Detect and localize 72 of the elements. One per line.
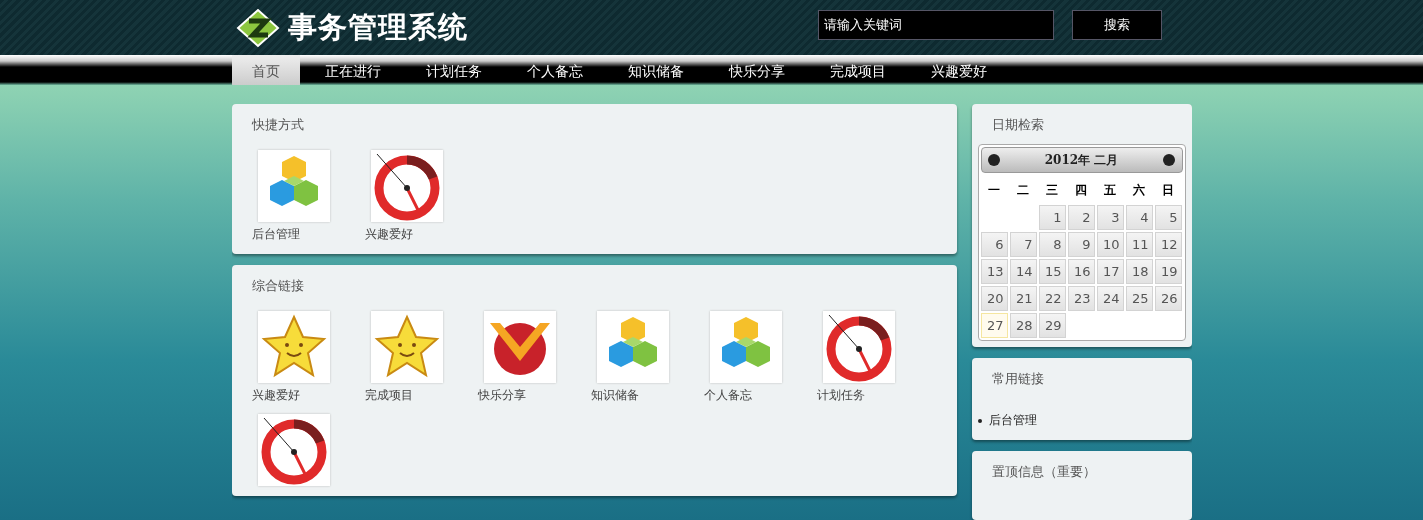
site-title: 事务管理系统 bbox=[287, 8, 468, 46]
shortcut-link[interactable]: 兴趣爱好 bbox=[364, 226, 438, 243]
panel-title: 常用链接 bbox=[991, 370, 1045, 388]
calendar-day[interactable]: 2 bbox=[1067, 205, 1095, 230]
weekday-label: 三 bbox=[1045, 182, 1059, 199]
nav-tab[interactable]: 完成项目 bbox=[809, 55, 906, 85]
calendar-day[interactable]: 13 bbox=[980, 259, 1008, 284]
weekday-label: 二 bbox=[1016, 182, 1030, 199]
panel-title: 日期检索 bbox=[991, 116, 1045, 134]
calendar-day[interactable]: 8 bbox=[1038, 232, 1066, 257]
calendar-day[interactable]: 25 bbox=[1125, 286, 1153, 311]
shortcut-link[interactable]: 个人备忘 bbox=[703, 387, 777, 404]
weekday-label: 五 bbox=[1103, 182, 1117, 199]
v-shape-icon[interactable] bbox=[483, 311, 556, 383]
cubes-icon[interactable] bbox=[596, 311, 669, 383]
calendar-day[interactable]: 15 bbox=[1038, 259, 1066, 284]
calendar-day[interactable]: 28 bbox=[1009, 313, 1037, 338]
calendar-day[interactable]: 23 bbox=[1067, 286, 1095, 311]
calendar-month: 2012年 二月 bbox=[1044, 151, 1119, 169]
calendar-day[interactable]: 6 bbox=[980, 232, 1008, 257]
nav-tab[interactable]: 知识储备 bbox=[607, 55, 704, 85]
shortcut-link[interactable]: 完成项目 bbox=[364, 387, 438, 404]
nav-tab[interactable]: 个人备忘 bbox=[506, 55, 603, 85]
calendar-day[interactable]: 5 bbox=[1154, 205, 1182, 230]
calendar-day[interactable]: 11 bbox=[1125, 232, 1153, 257]
cubes-icon[interactable] bbox=[709, 311, 782, 383]
weekday-label: 一 bbox=[987, 182, 1001, 199]
calendar-day[interactable]: 20 bbox=[980, 286, 1008, 311]
panel-title: 综合链接 bbox=[251, 277, 305, 295]
calendar-day[interactable]: 3 bbox=[1096, 205, 1124, 230]
calendar-day[interactable]: 24 bbox=[1096, 286, 1124, 311]
shortcut-link[interactable]: 计划任务 bbox=[816, 387, 890, 404]
gauge-icon[interactable] bbox=[822, 311, 895, 383]
nav-tab[interactable]: 快乐分享 bbox=[708, 55, 805, 85]
shortcut-link[interactable]: 后台管理 bbox=[251, 226, 325, 243]
calendar-day[interactable]: 10 bbox=[1096, 232, 1124, 257]
search-field[interactable]: 请输入关键词 bbox=[817, 9, 1054, 40]
calendar-day[interactable]: 22 bbox=[1038, 286, 1066, 311]
calendar-day[interactable]: 7 bbox=[1009, 232, 1037, 257]
panel-title: 置顶信息（重要） bbox=[991, 462, 1097, 481]
calendar-day[interactable]: 1 bbox=[1038, 205, 1066, 230]
calendar-day[interactable]: 9 bbox=[1067, 232, 1095, 257]
weekday-label: 六 bbox=[1132, 182, 1146, 199]
gauge-icon[interactable] bbox=[257, 414, 330, 486]
calendar-day[interactable]: 29 bbox=[1038, 313, 1066, 338]
nav-tab[interactable]: 兴趣爱好 bbox=[910, 55, 1007, 85]
calendar-day[interactable]: 14 bbox=[1009, 259, 1037, 284]
star-icon[interactable] bbox=[370, 311, 443, 383]
calendar-day[interactable]: 12 bbox=[1154, 232, 1182, 257]
gauge-icon[interactable] bbox=[370, 150, 443, 222]
bullet-icon bbox=[977, 418, 982, 423]
shortcut-link[interactable]: 知识储备 bbox=[590, 387, 664, 404]
panel-title: 快捷方式 bbox=[251, 116, 305, 134]
nav-tab[interactable]: 首页 bbox=[231, 55, 300, 85]
calendar-day[interactable]: 4 bbox=[1125, 205, 1153, 230]
calendar-day[interactable]: 17 bbox=[1096, 259, 1124, 284]
shortcut-link[interactable]: 兴趣爱好 bbox=[251, 387, 325, 404]
calendar-day[interactable]: 26 bbox=[1154, 286, 1182, 311]
sidebar-link[interactable]: 后台管理 bbox=[988, 412, 1037, 429]
search-button[interactable]: 搜索 bbox=[1071, 9, 1162, 40]
weekday-label: 日 bbox=[1161, 182, 1175, 199]
nav-tab[interactable]: 计划任务 bbox=[405, 55, 502, 85]
star-icon[interactable] bbox=[257, 311, 330, 383]
shortcut-link[interactable]: 快乐分享 bbox=[477, 387, 551, 404]
weekday-label: 四 bbox=[1074, 182, 1088, 199]
calendar-day[interactable]: 16 bbox=[1067, 259, 1095, 284]
calendar-day[interactable]: 19 bbox=[1154, 259, 1182, 284]
calendar-day[interactable]: 21 bbox=[1009, 286, 1037, 311]
calendar-day[interactable]: 27 bbox=[980, 313, 1008, 338]
calendar-day[interactable]: 18 bbox=[1125, 259, 1153, 284]
nav-tab[interactable]: 正在进行 bbox=[304, 55, 401, 85]
cubes-icon[interactable] bbox=[257, 150, 330, 222]
